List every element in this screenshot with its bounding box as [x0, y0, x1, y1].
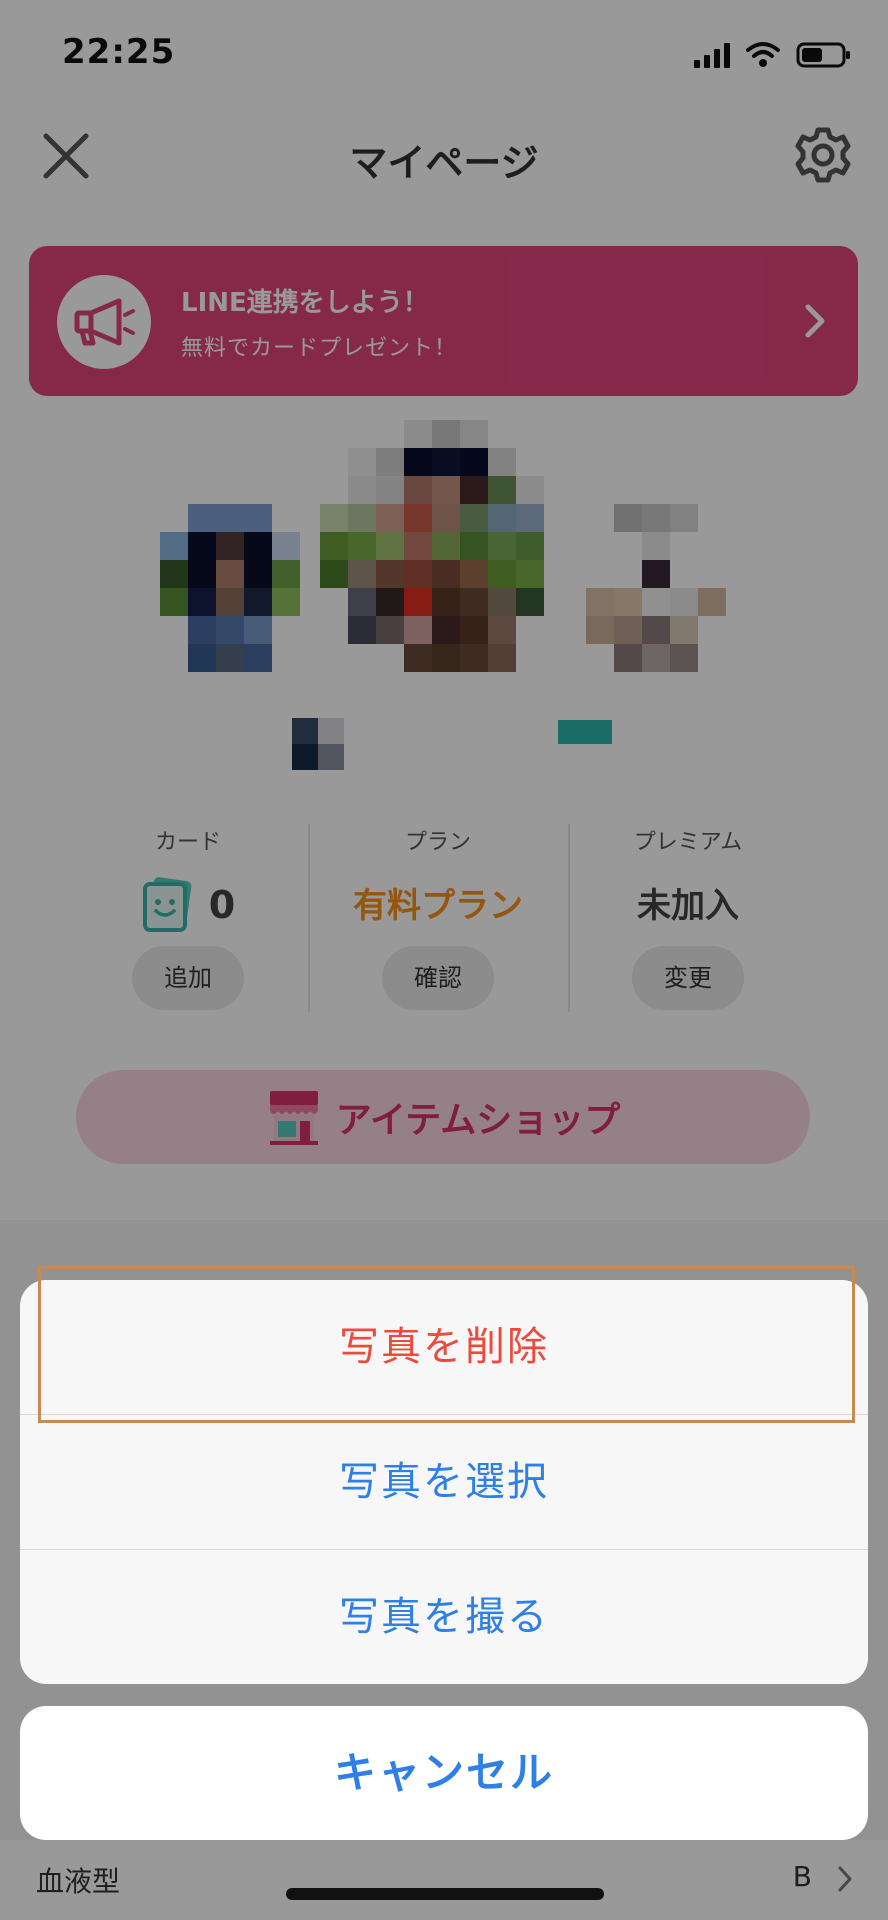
- my-page: 22:25 マイページ LINE連携をしよう！ 無料でカードプレゼント！ カード…: [0, 0, 888, 1920]
- action-sheet: 写真を削除 写真を選択 写真を撮る: [20, 1280, 868, 1684]
- home-indicator: [286, 1888, 604, 1900]
- select-photo-button[interactable]: 写真を選択: [20, 1415, 868, 1549]
- cancel-button[interactable]: キャンセル: [20, 1706, 868, 1840]
- delete-photo-button[interactable]: 写真を削除: [20, 1280, 868, 1414]
- take-photo-button[interactable]: 写真を撮る: [20, 1550, 868, 1684]
